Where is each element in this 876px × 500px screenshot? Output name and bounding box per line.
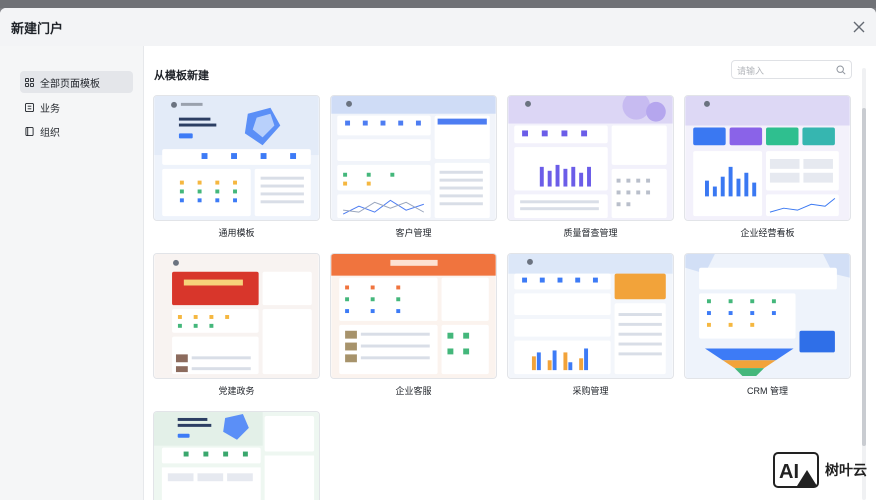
template-card-general[interactable]: 通用模板	[153, 95, 320, 238]
scrollbar-thumb[interactable]	[862, 108, 866, 446]
template-thumbnail	[330, 95, 497, 221]
template-preview-image	[508, 96, 673, 220]
scrollbar-track	[862, 68, 866, 500]
dialog-title: 新建门户	[11, 21, 64, 36]
search-input[interactable]	[737, 62, 833, 80]
template-preview-image	[685, 254, 850, 378]
template-name: 通用模板	[218, 228, 255, 238]
template-thumbnail	[684, 95, 851, 221]
svg-text:AI: AI	[779, 461, 799, 483]
grid-icon	[25, 77, 34, 87]
window-backdrop	[0, 0, 876, 8]
close-icon[interactable]	[850, 18, 868, 36]
list-icon	[25, 102, 34, 112]
template-card-business-dashboard[interactable]: 企业经营看板	[684, 95, 851, 238]
sidebar-item-label: 全部页面模板	[40, 78, 100, 90]
sidebar: 全部页面模板 业务 组织	[0, 46, 144, 500]
template-name: 采购管理	[572, 386, 609, 396]
template-name: 企业经营看板	[740, 228, 795, 238]
sidebar-item-label: 业务	[40, 103, 60, 115]
template-preview-image	[331, 254, 496, 378]
template-card-general-variant[interactable]	[153, 411, 320, 500]
template-thumbnail	[684, 253, 851, 379]
dialog-header: 新建门户	[0, 8, 876, 46]
template-preview-image	[685, 96, 850, 220]
template-name: 党建政务	[218, 386, 255, 396]
watermark-text: 树叶云	[825, 462, 867, 478]
template-preview-image	[154, 412, 319, 500]
template-thumbnail	[153, 411, 320, 500]
sidebar-item-label: 组织	[40, 127, 60, 139]
search-icon[interactable]	[836, 65, 846, 75]
template-thumbnail	[153, 253, 320, 379]
template-card-quality-inspection[interactable]: 质量督查管理	[507, 95, 674, 238]
template-thumbnail	[330, 253, 497, 379]
template-name: 客户管理	[395, 228, 432, 238]
sidebar-item-business[interactable]: 业务	[20, 96, 133, 118]
template-preview-image	[331, 96, 496, 220]
template-name: CRM 管理	[747, 386, 788, 396]
sidebar-item-all-templates[interactable]: 全部页面模板	[20, 71, 133, 93]
template-thumbnail	[507, 253, 674, 379]
search-box	[731, 60, 852, 80]
template-name: 企业客服	[395, 386, 432, 396]
book-icon	[25, 126, 34, 136]
sidebar-item-organization[interactable]: 组织	[20, 120, 133, 142]
template-card-party-government[interactable]: 党建政务	[153, 253, 320, 396]
template-card-customer-service[interactable]: 企业客服	[330, 253, 497, 396]
template-card-crm[interactable]: CRM 管理	[684, 253, 851, 396]
logo-icon: AI	[773, 452, 819, 488]
template-preview-image	[154, 254, 319, 378]
template-card-customer[interactable]: 客户管理	[330, 95, 497, 238]
template-gallery: 从模板新建 请输入 通用模板 客户管理 质量督查管理 企业经营看板 党建政务 企…	[144, 46, 876, 500]
template-thumbnail	[507, 95, 674, 221]
template-name: 质量督查管理	[563, 228, 618, 238]
watermark: AI 树叶云	[773, 452, 867, 488]
template-preview-image	[508, 254, 673, 378]
template-thumbnail	[153, 95, 320, 221]
template-preview-image	[154, 96, 319, 220]
template-card-procurement[interactable]: 采购管理	[507, 253, 674, 396]
new-portal-dialog: 新建门户 全部页面模板 业务 组织 从模板新建 请输入 通用模板 客户管理 质量…	[0, 8, 876, 500]
section-title: 从模板新建	[154, 70, 209, 82]
